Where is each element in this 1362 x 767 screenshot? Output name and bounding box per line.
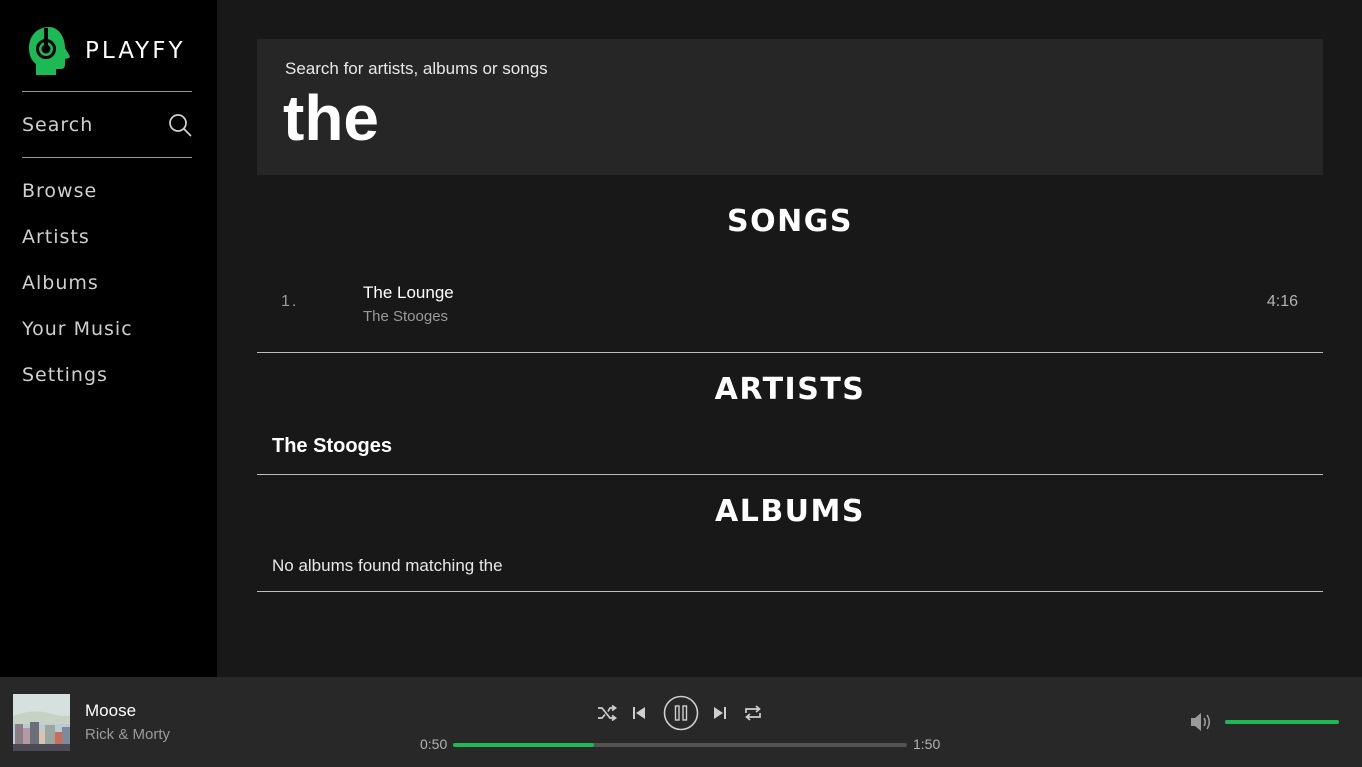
song-title[interactable]: The Lounge [363,283,454,303]
sidebar-nav: Browse Artists Albums Your Music Setting… [22,176,133,406]
song-number: 1. [281,293,299,310]
now-playing-title[interactable]: Moose [85,701,136,721]
album-cover-art [13,694,70,751]
artists-heading: ARTISTS [714,372,866,407]
volume-slider[interactable] [1225,720,1339,724]
logo[interactable]: PLAYFY [27,26,186,76]
songs-divider [257,352,1323,353]
previous-icon[interactable] [632,706,646,720]
main-content: Search for artists, albums or songs SONG… [217,0,1362,677]
player-bar: Moose Rick & Morty 0:50 1:50 [0,677,1362,767]
artist-result[interactable]: The Stooges [272,435,392,458]
sidebar: PLAYFY Search Browse Artists Albums Your… [0,0,217,677]
sidebar-item-artists[interactable]: Artists [22,222,133,268]
search-hint: Search for artists, albums or songs [285,59,548,78]
app: PLAYFY Search Browse Artists Albums Your… [0,0,1362,767]
artists-divider [257,474,1323,475]
sidebar-item-browse[interactable]: Browse [22,176,133,222]
next-icon[interactable] [713,706,727,720]
album-cover[interactable] [13,694,70,751]
sidebar-item-settings[interactable]: Settings [22,360,133,406]
logo-icon [29,27,70,75]
total-time: 1:50 [913,736,941,752]
volume-icon[interactable] [1189,711,1212,733]
shuffle-icon[interactable] [597,705,617,721]
sidebar-search[interactable]: Search [22,110,192,140]
sidebar-divider [22,157,192,158]
albums-heading: ALBUMS [714,494,866,529]
albums-divider [257,591,1323,592]
pause-icon[interactable] [663,695,699,731]
repeat-icon[interactable] [743,704,763,722]
song-duration: 4:16 [1266,293,1298,310]
elapsed-time: 0:50 [420,736,448,752]
logo-text: PLAYFY [85,38,186,64]
sidebar-item-your-music[interactable]: Your Music [22,314,133,360]
albums-empty-message: No albums found matching the [272,556,503,575]
song-artist[interactable]: The Stooges [363,308,448,325]
playback-controls [594,695,770,731]
volume-fill [1225,720,1339,724]
search-icon [169,114,192,137]
sidebar-divider [22,91,192,92]
search-panel: Search for artists, albums or songs [257,39,1323,175]
sidebar-item-albums[interactable]: Albums [22,268,133,314]
sidebar-search-label: Search [22,114,94,136]
progress-fill [453,743,594,747]
search-input[interactable] [283,83,1283,153]
songs-heading: SONGS [727,204,853,239]
song-row[interactable]: 1. The Lounge The Stooges 4:16 [257,276,1323,332]
now-playing-artist[interactable]: Rick & Morty [85,726,170,743]
progress-bar[interactable] [453,743,907,747]
